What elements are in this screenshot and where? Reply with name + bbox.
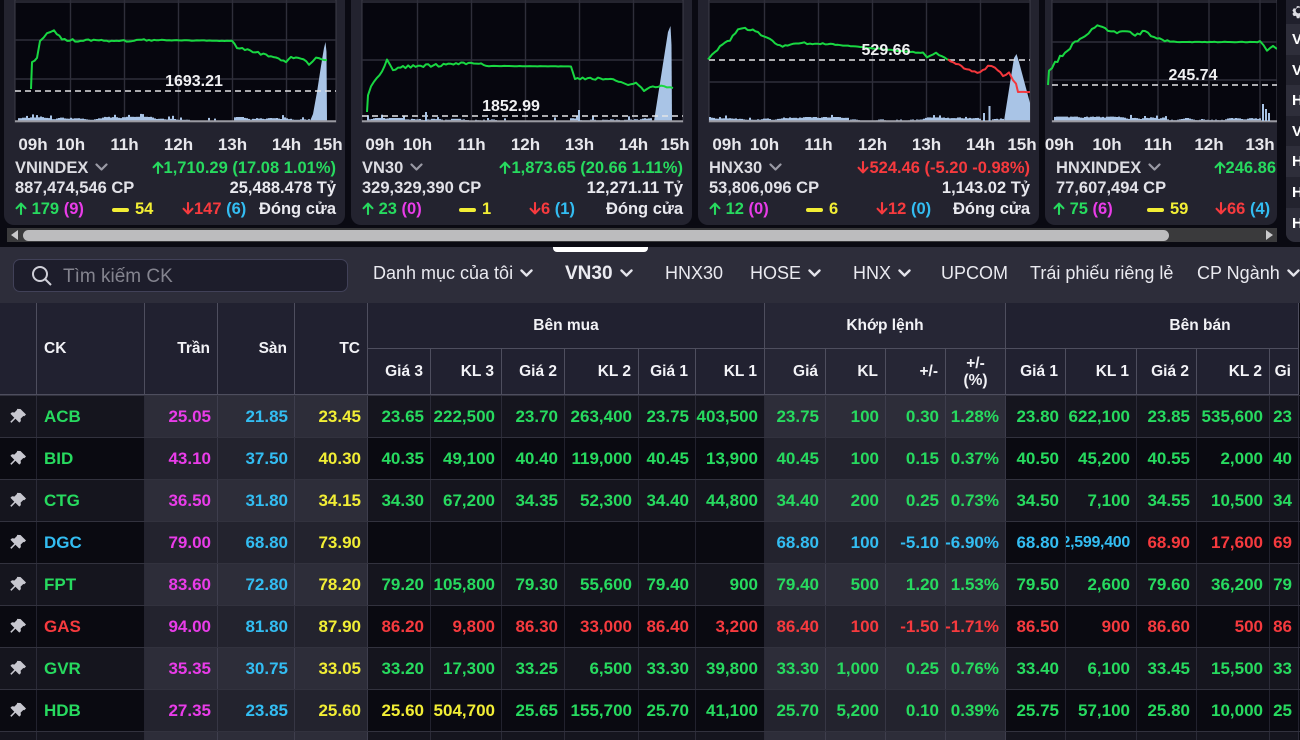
svg-text:1693.21: 1693.21 <box>165 73 223 90</box>
svg-text:529.66: 529.66 <box>862 42 911 59</box>
svg-text:1852.99: 1852.99 <box>482 98 540 115</box>
svg-text:245.74: 245.74 <box>1169 67 1218 84</box>
